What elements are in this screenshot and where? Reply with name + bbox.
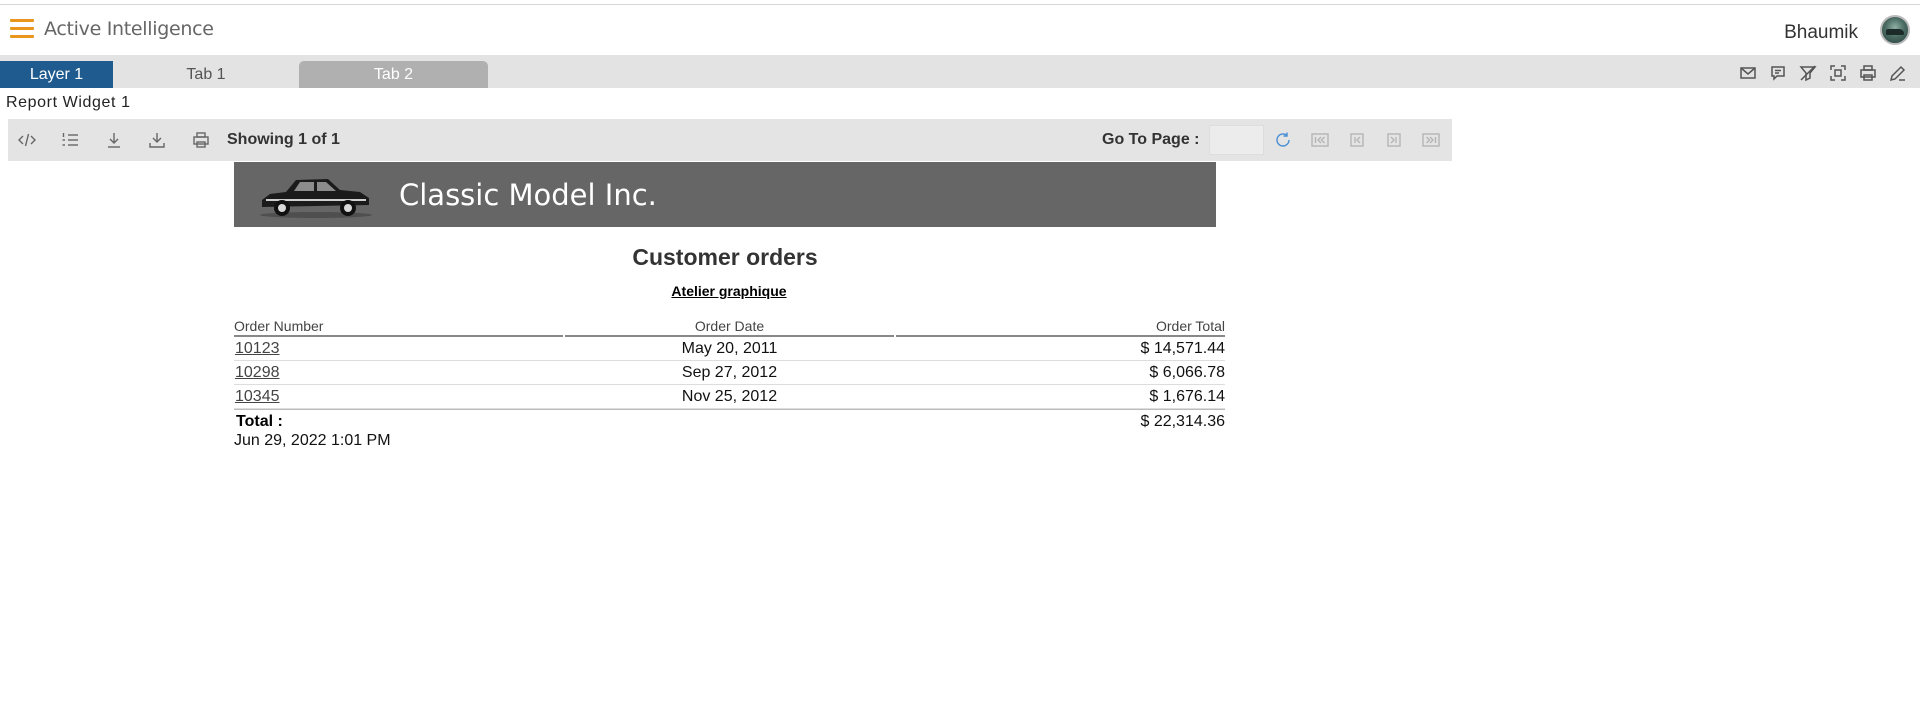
table-row: 10123 May 20, 2011 $ 14,571.44 xyxy=(234,337,1225,361)
widget-title: Report Widget 1 xyxy=(6,94,131,111)
comment-icon[interactable] xyxy=(1768,63,1788,83)
page-status: Showing 1 of 1 xyxy=(227,131,340,148)
last-page-icon[interactable] xyxy=(1420,129,1442,151)
report-timestamp: Jun 29, 2022 1:01 PM xyxy=(234,432,391,449)
first-page-icon[interactable] xyxy=(1309,129,1331,151)
tab-layer-1[interactable]: Layer 1 xyxy=(0,61,113,88)
refresh-icon[interactable] xyxy=(1272,129,1294,151)
report-toolbar: Showing 1 of 1 Go To Page : xyxy=(8,119,1452,161)
user-name[interactable]: Bhaumik xyxy=(1784,22,1858,44)
order-total: $ 6,066.78 xyxy=(1149,364,1225,381)
mail-icon[interactable] xyxy=(1738,63,1758,83)
clear-filter-icon[interactable] xyxy=(1798,63,1818,83)
app-header: Active Intelligence Bhaumik xyxy=(0,5,1920,55)
avatar[interactable] xyxy=(1880,15,1910,45)
total-label: Total : xyxy=(236,413,283,430)
order-number-link[interactable]: 10123 xyxy=(235,340,280,358)
order-total: $ 14,571.44 xyxy=(1140,340,1225,357)
code-icon[interactable] xyxy=(16,129,38,151)
download-icon[interactable] xyxy=(103,129,125,151)
report-title: Customer orders xyxy=(632,244,818,270)
hamburger-menu-icon[interactable] xyxy=(10,19,34,39)
column-header-order-number: Order Number xyxy=(234,318,563,337)
tab-2[interactable]: Tab 2 xyxy=(299,61,488,88)
list-icon[interactable] xyxy=(59,129,81,151)
table-row: 10298 Sep 27, 2012 $ 6,066.78 xyxy=(234,361,1225,385)
next-page-icon[interactable] xyxy=(1383,129,1405,151)
order-number-link[interactable]: 10345 xyxy=(235,388,280,406)
tab-1[interactable]: Tab 1 xyxy=(113,61,299,88)
total-value: $ 22,314.36 xyxy=(1140,413,1225,430)
classic-car-logo xyxy=(260,179,372,218)
order-date: May 20, 2011 xyxy=(681,340,778,357)
export-icon[interactable] xyxy=(146,129,168,151)
table-header: Order Number Order Date Order Total xyxy=(234,318,1225,337)
dashboard-actions xyxy=(1738,63,1908,83)
column-header-order-date: Order Date xyxy=(565,318,894,337)
previous-page-icon[interactable] xyxy=(1346,129,1368,151)
table-row: 10345 Nov 25, 2012 $ 1,676.14 xyxy=(234,385,1225,409)
column-header-order-total: Order Total xyxy=(896,318,1225,337)
capture-icon[interactable] xyxy=(1828,63,1848,83)
order-number-link[interactable]: 10298 xyxy=(235,364,280,382)
banner-title: Classic Model Inc. xyxy=(399,178,657,212)
print-icon[interactable] xyxy=(1858,63,1878,83)
goto-page-input[interactable] xyxy=(1209,125,1264,155)
order-total: $ 1,676.14 xyxy=(1149,388,1225,405)
app-title: Active Intelligence xyxy=(44,18,214,40)
customer-name[interactable]: Atelier graphique xyxy=(234,283,1224,299)
total-row: Total : $ 22,314.36 xyxy=(234,409,1225,431)
order-date: Sep 27, 2012 xyxy=(681,364,778,381)
print-icon[interactable] xyxy=(190,129,212,151)
report-banner: Classic Model Inc. xyxy=(234,162,1216,227)
edit-icon[interactable] xyxy=(1888,63,1908,83)
goto-page-label: Go To Page : xyxy=(1102,131,1200,148)
orders-table: Order Number Order Date Order Total 1012… xyxy=(234,318,1225,431)
order-date: Nov 25, 2012 xyxy=(681,388,778,405)
tab-bar: Layer 1 Tab 1 Tab 2 xyxy=(0,55,1920,88)
